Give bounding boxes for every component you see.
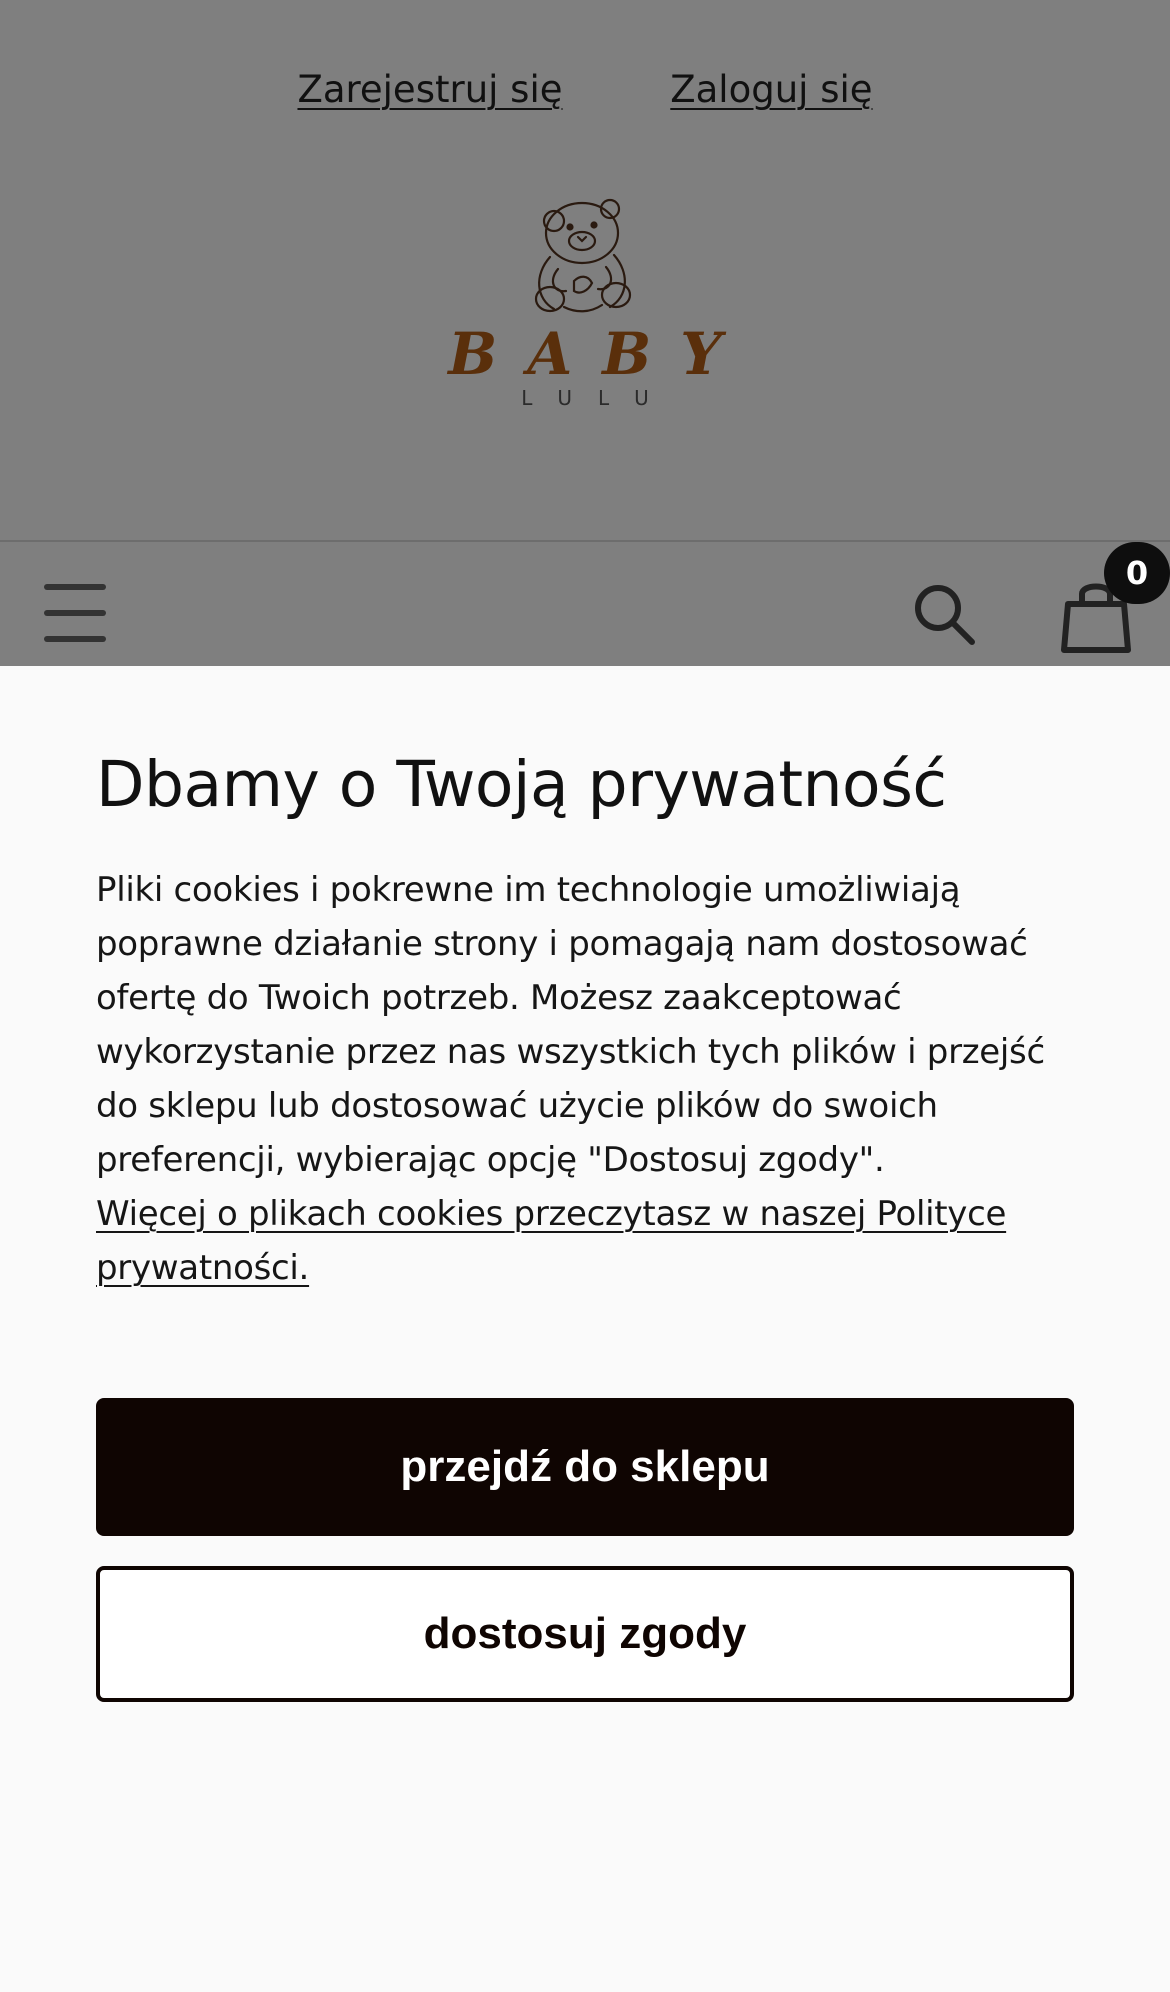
search-icon[interactable] [910,580,980,650]
login-link[interactable]: Zaloguj się [670,68,872,111]
privacy-policy-link[interactable]: Więcej o plikach cookies przeczytasz w n… [96,1194,1006,1288]
brand-logo-word: BABY [448,320,752,388]
customize-consent-button[interactable]: dostosuj zgody [96,1566,1074,1702]
brand-logo-subtitle: LULU [521,386,675,410]
header-divider [0,540,1170,542]
register-link[interactable]: Zarejestruj się [297,68,562,111]
auth-links: Zarejestruj się Zaloguj się [0,68,1170,111]
consent-title: Dbamy o Twoją prywatność [96,748,947,821]
cart-count-badge: 0 [1104,542,1170,604]
menu-icon [44,584,106,590]
page-background-dimmed: Zarejestruj się Zaloguj się BABY LULU 0 [0,0,1170,666]
cookie-consent-panel: Dbamy o Twoją prywatność Pliki cookies i… [0,666,1170,1992]
menu-button[interactable] [44,584,106,646]
consent-body: Pliki cookies i pokrewne im technologie … [96,870,1045,1180]
consent-text: Pliki cookies i pokrewne im technologie … [96,863,1086,1295]
go-to-shop-button[interactable]: przejdź do sklepu [96,1398,1074,1536]
